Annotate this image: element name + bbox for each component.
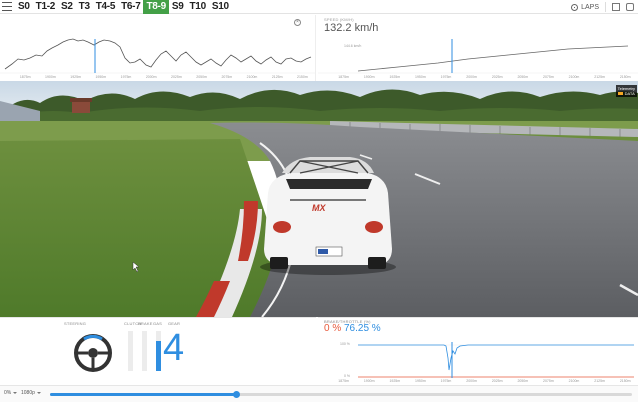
- chevron-down-icon: [36, 392, 41, 394]
- speed-line: [357, 45, 629, 72]
- x-tick-label: 2100m: [568, 379, 580, 383]
- fullscreen-icon[interactable]: [626, 3, 634, 11]
- speed-select-value: 0%: [4, 390, 12, 396]
- clutch-bar: [128, 331, 133, 371]
- badge-sub: DATA: [624, 91, 635, 96]
- trace-chart-svg: [0, 38, 316, 74]
- segment-tab[interactable]: T1-2: [33, 0, 58, 14]
- segment-tab[interactable]: S2: [58, 0, 76, 14]
- segment-tab[interactable]: T4-5: [93, 0, 118, 14]
- x-axis: 1875m 1900m 1925m 1950m 1975m 2000m 2025m 2050m…: [318, 74, 638, 81]
- steering-label: STEERING: [64, 321, 87, 326]
- quality-select[interactable]: 1080p: [21, 390, 41, 396]
- segment-tab[interactable]: T3: [76, 0, 93, 14]
- x-tick-label: 2075m: [543, 75, 554, 79]
- segment-tab[interactable]: T8-9: [143, 0, 169, 14]
- svg-text:MX: MX: [312, 203, 326, 213]
- x-tick-label: 2025m: [171, 75, 182, 79]
- x-tick-label: 1975m: [120, 75, 132, 79]
- playback-footer: 0% 1080p: [0, 385, 638, 402]
- trace-line: [4, 38, 312, 70]
- segment-tab[interactable]: T10: [187, 0, 209, 14]
- x-tick-label: 2000m: [145, 75, 157, 79]
- menu-icon[interactable]: [2, 2, 12, 11]
- x-tick-label: 1900m: [45, 75, 56, 79]
- playback-thumb[interactable]: [232, 391, 240, 398]
- playback-scrubber[interactable]: [50, 391, 632, 398]
- x-tick-label: 1925m: [389, 75, 401, 79]
- x-tick-label: 1950m: [95, 75, 107, 79]
- x-tick-label: 1975m: [440, 75, 452, 79]
- x-tick-label: 2100m: [568, 75, 580, 79]
- onboard-video[interactable]: MX Telemetry DATA: [0, 81, 638, 317]
- x-tick-label: 2075m: [543, 379, 554, 383]
- x-tick-label: 1875m: [338, 75, 349, 79]
- x-axis: 1875m 1900m 1925m 1950m 1975m 2000m 2025m 2050m…: [0, 74, 315, 81]
- brake-bar: [142, 331, 147, 371]
- x-tick-label: 2025m: [491, 75, 503, 79]
- x-tick-label: 2025m: [491, 379, 503, 383]
- segment-tab[interactable]: S9: [169, 0, 187, 14]
- steering-wheel-icon: [74, 334, 112, 372]
- laps-label: LAPS: [581, 3, 599, 11]
- brake-throttle-panel[interactable]: BRAKE/THROTTLE (%) 0 % 76.25 % 100 % 0 %…: [318, 317, 638, 385]
- x-tick-label: 1875m: [19, 75, 31, 79]
- x-tick-label: 2125m: [594, 75, 605, 79]
- segment-tab[interactable]: T6-7: [118, 0, 143, 14]
- x-tick-label: 1925m: [389, 379, 401, 383]
- laps-icon: [571, 3, 579, 11]
- x-tick-label: 2150m: [297, 75, 308, 79]
- chevron-down-icon: [13, 392, 18, 394]
- segment-tab[interactable]: S10: [209, 0, 232, 14]
- gas-label: GAS: [153, 321, 163, 326]
- x-tick-label: 2050m: [517, 75, 529, 79]
- x-tick-label: 2100m: [246, 75, 258, 79]
- badge-color-icon: [617, 92, 623, 95]
- inputs-panel: STEERING CLUTCH BRAKE GAS GEAR 4: [0, 317, 316, 385]
- layout-icon[interactable]: [612, 3, 620, 11]
- x-tick-label: 1975m: [440, 379, 452, 383]
- x-tick-label: 2050m: [196, 75, 207, 79]
- x-tick-label: 1925m: [70, 75, 81, 79]
- x-tick-label: 1900m: [363, 75, 375, 79]
- x-tick-label: 2150m: [619, 75, 631, 79]
- x-tick-label: 1950m: [415, 75, 426, 79]
- x-tick-label: 1875m: [338, 379, 349, 383]
- brake-throttle-chart: [358, 342, 634, 378]
- x-tick-label: 2075m: [221, 75, 233, 79]
- x-tick-label: 2125m: [594, 379, 605, 383]
- x-tick-label: 1950m: [415, 379, 426, 383]
- x-tick-label: 1900m: [363, 379, 375, 383]
- speed-select[interactable]: 0%: [4, 390, 18, 396]
- laps-button[interactable]: LAPS: [571, 3, 599, 11]
- brake-label: BRAKE: [138, 321, 153, 326]
- gear-value: 4: [163, 327, 185, 369]
- x-tick-label: 2000m: [466, 379, 477, 383]
- speed-chart-svg: [318, 39, 638, 74]
- toolbar-right: LAPS: [571, 0, 634, 14]
- x-tick-label: 2050m: [517, 379, 529, 383]
- x-tick-label: 2150m: [619, 379, 631, 383]
- x-tick-label: 2000m: [466, 75, 477, 79]
- throttle-line: [358, 344, 634, 371]
- video-frame: MX: [0, 81, 638, 317]
- gear-label: GEAR: [168, 321, 181, 326]
- x-tick-label: 2125m: [271, 75, 283, 79]
- x-axis: 1875m 1900m 1925m 1950m 1975m 2000m 2025m 2050m…: [318, 378, 638, 385]
- playback-progress-fill: [50, 393, 237, 396]
- segment-list: S0 T1-2 S2 T3 T4-5 T6-7 T8-9 S9 T10 S10: [15, 0, 232, 14]
- trace-chart[interactable]: × 1875m 1900m 1925m 1950m 1975m 2000m 2025m 205…: [0, 15, 316, 81]
- speed-chart[interactable]: SPEED (km/h) 132.2 km/h 144.6 km/h 1875m…: [318, 15, 638, 81]
- divider: [605, 2, 606, 12]
- telemetry-badge: Telemetry DATA: [615, 85, 637, 97]
- segment-toolbar: S0 T1-2 S2 T3 T4-5 T6-7 T8-9 S9 T10 S10 LAPS: [0, 0, 638, 14]
- segment-tab[interactable]: S0: [15, 0, 33, 14]
- gas-fill: [156, 340, 161, 371]
- quality-select-value: 1080p: [21, 390, 35, 396]
- gas-bar: [156, 331, 161, 371]
